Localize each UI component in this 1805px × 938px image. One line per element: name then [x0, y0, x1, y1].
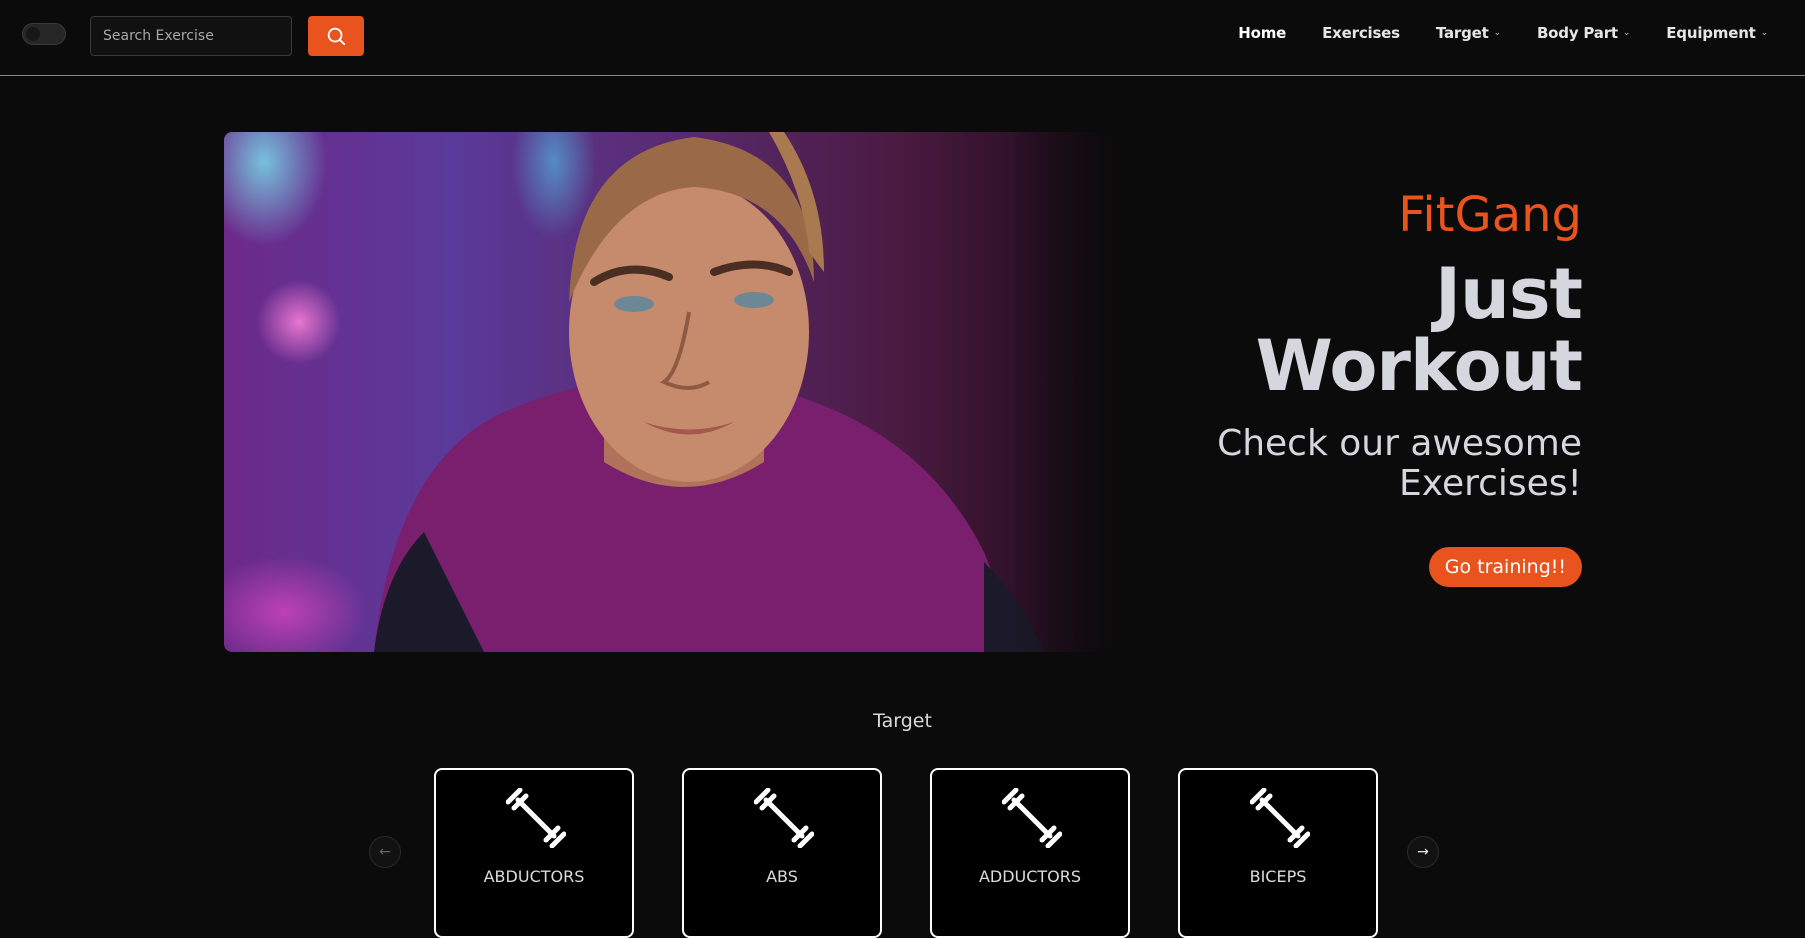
nav-item-equipment[interactable]: Equipment ⌄: [1666, 24, 1768, 42]
card-label: ABDUCTORS: [483, 867, 585, 886]
target-card-abs[interactable]: ABS: [682, 768, 882, 938]
main-nav: Home Exercises Target ⌄ Body Part ⌄ Equi…: [1238, 24, 1768, 42]
dumbbell-icon: [1250, 788, 1310, 848]
nav-item-label: Target: [1435, 24, 1489, 42]
headline-line: Workout: [1255, 325, 1583, 407]
card-label: ADDUCTORS: [978, 867, 1082, 886]
subtitle-line: Check our awesome: [1217, 423, 1582, 464]
hero-image: [224, 132, 1132, 652]
nav-item-target[interactable]: Target ⌄: [1436, 24, 1501, 42]
dumbbell-icon: [1002, 788, 1062, 848]
target-card-adductors[interactable]: ADDUCTORS: [930, 768, 1130, 938]
brand-name: FitGang: [1398, 187, 1582, 243]
nav-item-exercises[interactable]: Exercises: [1322, 24, 1400, 42]
section-title-target: Target: [873, 710, 932, 732]
hero-fade-overlay: [1012, 132, 1132, 652]
chevron-down-icon: ⌄: [1622, 28, 1631, 38]
carousel-prev-button[interactable]: ←: [369, 836, 401, 868]
chevron-down-icon: ⌄: [1493, 28, 1502, 38]
toggle-knob: [26, 27, 40, 41]
nav-item-label: Exercises: [1322, 24, 1400, 42]
nav-item-body-part[interactable]: Body Part ⌄: [1536, 24, 1631, 42]
carousel-next-button[interactable]: →: [1407, 836, 1439, 868]
search-icon: [327, 27, 346, 46]
nav-item-label: Home: [1238, 24, 1287, 42]
chevron-down-icon: ⌄: [1760, 28, 1769, 38]
target-card-abductors[interactable]: ABDUCTORS: [434, 768, 634, 938]
hero-subtitle: Check our awesome Exercises!: [1217, 424, 1582, 504]
headline-line: Just: [1434, 253, 1583, 335]
dumbbell-icon: [506, 788, 566, 848]
subtitle-line: Exercises!: [1399, 463, 1582, 504]
athlete-illustration: [374, 132, 1044, 652]
target-card-biceps[interactable]: BICEPS: [1178, 768, 1378, 938]
hero-headline: Just Workout: [1217, 258, 1583, 402]
nav-item-label: Body Part: [1536, 24, 1618, 42]
card-label: BICEPS: [1249, 867, 1307, 886]
dumbbell-icon: [754, 788, 814, 848]
theme-toggle[interactable]: [22, 23, 66, 45]
card-label: ABS: [766, 867, 798, 886]
go-training-button[interactable]: Go training!!: [1428, 547, 1582, 587]
search-button[interactable]: [308, 16, 364, 56]
top-navbar: Home Exercises Target ⌄ Body Part ⌄ Equi…: [0, 0, 1805, 76]
arrow-left-icon: ←: [379, 844, 391, 860]
hero-text: FitGang Just Workout Check our awesome E…: [1217, 186, 1583, 587]
search-input[interactable]: [90, 16, 292, 56]
nav-item-label: Equipment: [1666, 24, 1756, 42]
arrow-right-icon: →: [1417, 844, 1429, 860]
nav-item-home[interactable]: Home: [1238, 24, 1286, 42]
